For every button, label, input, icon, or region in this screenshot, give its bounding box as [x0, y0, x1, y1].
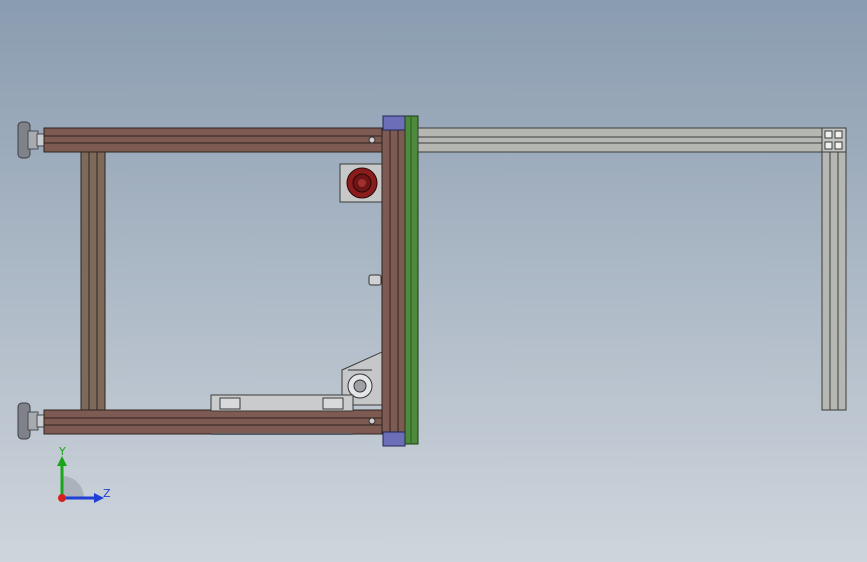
frame-profile-right-vertical[interactable] — [821, 139, 847, 411]
mounting-block-bottom[interactable] — [382, 431, 406, 447]
green-mounting-plate[interactable] — [404, 115, 419, 445]
frame-profile-top[interactable] — [43, 127, 385, 153]
frame-profile-right-horizontal[interactable] — [417, 127, 823, 153]
leveling-foot-top[interactable] — [17, 121, 46, 159]
z-axis-label: Z — [103, 487, 111, 500]
corner-connector[interactable] — [821, 127, 847, 153]
cad-viewport[interactable]: Y Z — [0, 0, 867, 562]
frame-profile-left-vertical[interactable] — [80, 151, 106, 411]
motor-assembly[interactable] — [339, 163, 383, 203]
y-axis-label: Y — [58, 445, 66, 458]
frame-column-center[interactable] — [381, 127, 407, 435]
x-axis-dot-icon — [58, 494, 66, 502]
triad-plane-icon — [62, 476, 84, 498]
bolt-fastener[interactable] — [368, 274, 382, 286]
leveling-foot-bottom[interactable] — [17, 402, 46, 440]
frame-profile-bottom[interactable] — [43, 409, 385, 435]
mounting-block-top[interactable] — [382, 115, 406, 131]
orientation-triad: Y Z — [57, 445, 111, 503]
